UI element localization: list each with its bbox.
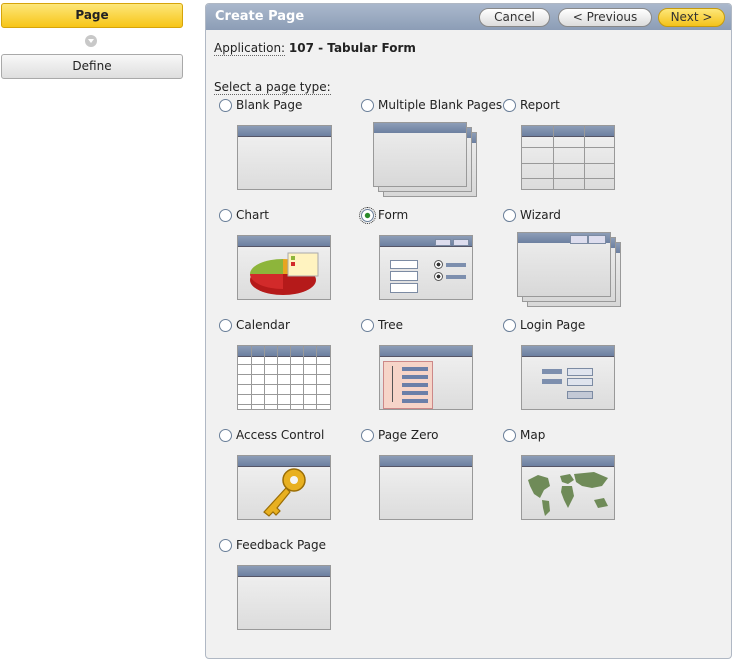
page-zero-icon[interactable] [379, 455, 473, 520]
option-label: Login Page [520, 318, 586, 332]
option-map[interactable]: Map [503, 428, 643, 538]
option-label: Chart [236, 208, 269, 222]
option-blank-page[interactable]: Blank Page [219, 98, 359, 208]
option-page-zero[interactable]: Page Zero [361, 428, 501, 538]
option-label: Tree [378, 318, 404, 332]
option-report[interactable]: Report [503, 98, 643, 208]
multiple-pages-icon[interactable] [373, 122, 483, 200]
blank-page-icon[interactable] [237, 125, 332, 190]
option-form[interactable]: Form [359, 207, 501, 318]
calendar-icon[interactable] [237, 345, 331, 410]
report-icon[interactable] [521, 125, 615, 190]
radio-report[interactable] [503, 99, 516, 112]
login-icon[interactable] [521, 345, 615, 410]
step-page-current: Page [1, 3, 183, 28]
radio-wizard[interactable] [503, 209, 516, 222]
tree-icon[interactable] [379, 345, 473, 410]
form-icon[interactable] [379, 235, 473, 300]
option-feedback-page[interactable]: Feedback Page [219, 538, 359, 648]
option-label: Map [520, 428, 546, 442]
next-button[interactable]: Next > [658, 8, 725, 27]
application-line: Application: 107 - Tabular Form [214, 41, 416, 56]
select-page-type-label: Select a page type: [214, 80, 331, 95]
radio-page-zero[interactable] [361, 429, 374, 442]
chart-icon[interactable] [237, 235, 331, 300]
radio-multiple-blank-pages[interactable] [361, 99, 374, 112]
step-define: Define [1, 54, 183, 79]
option-label: Calendar [236, 318, 290, 332]
cancel-button[interactable]: Cancel [479, 8, 550, 27]
map-icon[interactable] [521, 455, 615, 520]
option-multiple-blank-pages[interactable]: Multiple Blank Pages [361, 98, 503, 208]
option-access-control[interactable]: Access Control [219, 428, 359, 538]
create-page-panel: Create Page Cancel < Previous Next > App… [205, 3, 732, 659]
option-label: Form [378, 208, 409, 222]
option-label: Multiple Blank Pages [378, 98, 503, 112]
option-label: Report [520, 98, 560, 112]
application-value: 107 - Tabular Form [288, 41, 416, 55]
radio-tree[interactable] [361, 319, 374, 332]
radio-login-page[interactable] [503, 319, 516, 332]
option-label: Access Control [236, 428, 325, 442]
radio-feedback-page[interactable] [219, 539, 232, 552]
key-icon[interactable] [237, 455, 331, 520]
radio-map[interactable] [503, 429, 516, 442]
radio-blank-page[interactable] [219, 99, 232, 112]
option-wizard[interactable]: Wizard [503, 208, 643, 318]
option-label: Wizard [520, 208, 561, 222]
radio-calendar[interactable] [219, 319, 232, 332]
wizard-icon[interactable] [517, 232, 627, 310]
step-arrow-down-icon [85, 35, 97, 47]
option-tree[interactable]: Tree [361, 318, 501, 428]
radio-chart[interactable] [219, 209, 232, 222]
panel-header: Create Page Cancel < Previous Next > [206, 4, 731, 30]
panel-title: Create Page [215, 9, 305, 24]
previous-button[interactable]: < Previous [558, 8, 652, 27]
option-login-page[interactable]: Login Page [503, 318, 643, 428]
radio-form[interactable] [359, 207, 376, 224]
option-label: Blank Page [236, 98, 303, 112]
application-label: Application: [214, 41, 286, 56]
radio-access-control[interactable] [219, 429, 232, 442]
option-calendar[interactable]: Calendar [219, 318, 359, 428]
option-label: Page Zero [378, 428, 439, 442]
option-chart[interactable]: Chart [219, 208, 359, 318]
feedback-icon[interactable] [237, 565, 331, 630]
option-label: Feedback Page [236, 538, 327, 552]
